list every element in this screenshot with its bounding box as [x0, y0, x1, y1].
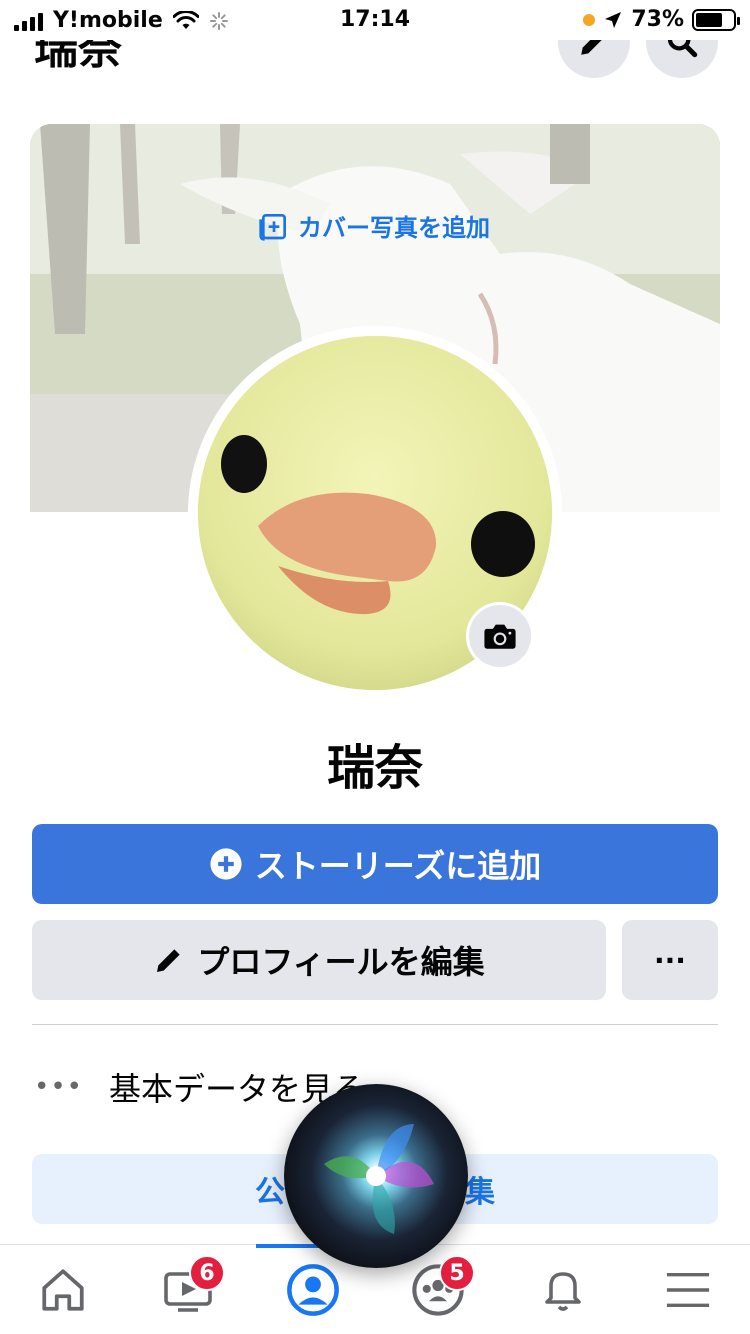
tab-watch[interactable]: 6: [125, 1245, 250, 1334]
tab-notifications[interactable]: [500, 1245, 625, 1334]
home-icon: [41, 1269, 84, 1311]
tab-home[interactable]: [0, 1245, 125, 1334]
plus-circle-icon: [210, 848, 242, 880]
watch-badge: 6: [189, 1255, 225, 1291]
edit-profile-button[interactable]: プロフィールを編集: [32, 920, 606, 1000]
status-right: 73%: [583, 7, 740, 32]
battery-percent: 73%: [631, 7, 684, 32]
add-cover-photo-link[interactable]: カバー写真を追加: [258, 208, 490, 243]
ellipsis-icon: •••: [34, 1072, 84, 1102]
status-bar: Y!mobile 17:14 73%: [0, 0, 750, 40]
battery-icon: [692, 8, 740, 31]
camera-icon: [484, 624, 516, 649]
edit-profile-label: プロフィールを編集: [197, 943, 485, 981]
divider: [32, 1024, 718, 1025]
bell-icon: [544, 1272, 581, 1311]
recording-dot-icon: [583, 13, 596, 26]
pencil-icon: [157, 949, 180, 972]
profile-icon: [286, 1264, 339, 1316]
add-to-story-button[interactable]: ストーリーズに追加: [32, 824, 718, 904]
add-photo-icon: [259, 213, 286, 241]
change-profile-photo-button[interactable]: [466, 602, 534, 670]
siri-orb[interactable]: [284, 1084, 468, 1268]
public-edit-label-right: 集: [465, 1175, 495, 1210]
more-options-button[interactable]: ···: [622, 920, 718, 1000]
profile-name: 瑞奈: [326, 740, 423, 796]
more-options-label: ···: [654, 943, 686, 977]
location-arrow-icon: [605, 11, 622, 28]
add-to-story-label: ストーリーズに追加: [254, 847, 542, 885]
siri-waveform-icon: [324, 1124, 434, 1234]
battery-fill: [696, 12, 723, 27]
add-cover-label: カバー写真を追加: [298, 214, 490, 242]
tab-menu[interactable]: [625, 1245, 750, 1334]
menu-icon: [666, 1272, 709, 1308]
public-edit-label-left: 公: [255, 1175, 285, 1210]
